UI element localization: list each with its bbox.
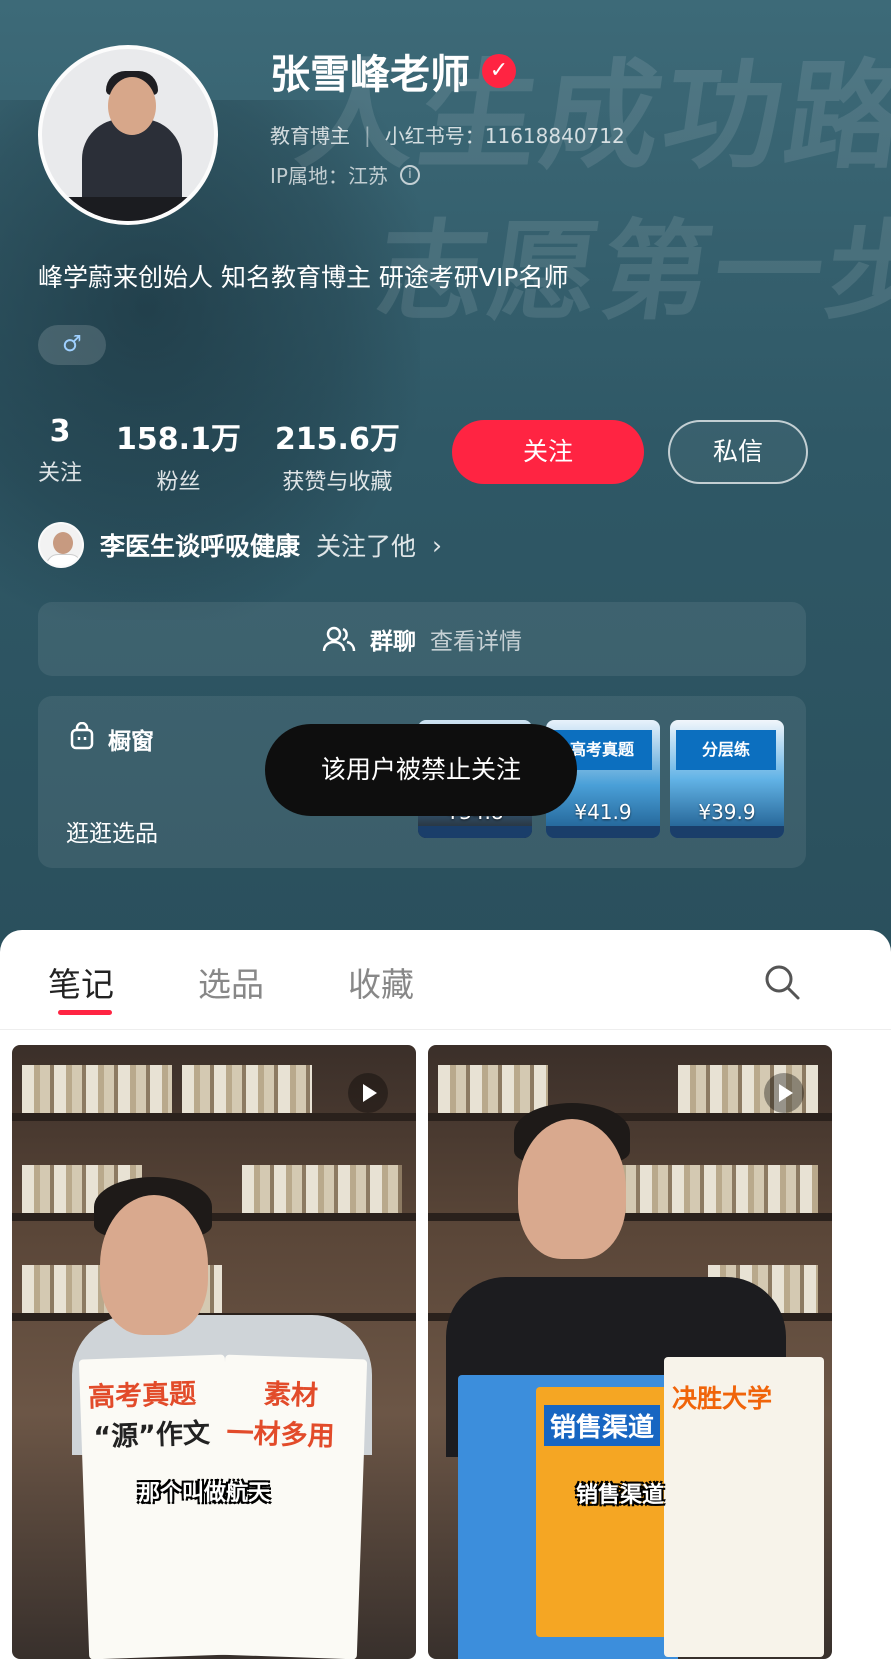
profile-header: 人生成功路 志愿第一步 张雪峰老师 ✓ 教育博主 | 小红书号：11618840… xyxy=(0,0,891,985)
message-button[interactable]: 私信 xyxy=(668,420,808,484)
stat-value: 3 xyxy=(49,414,71,449)
video-caption: 那个叫做航天 xyxy=(138,1481,271,1506)
stat-likes-collects[interactable]: 215.6万 获赞与收藏 xyxy=(275,414,400,496)
book-cover: 决胜大学 xyxy=(664,1357,824,1657)
stat-label: 获赞与收藏 xyxy=(282,470,393,495)
product-price: ¥39.9 xyxy=(698,800,756,824)
ip-location: IP属地：江苏 xyxy=(270,164,388,188)
person-face xyxy=(100,1195,208,1335)
recommend-action: 关注了他 xyxy=(316,532,417,561)
verified-check-icon: ✓ xyxy=(482,54,516,88)
video-play-icon xyxy=(348,1073,388,1113)
shop-title-row: 橱窗 xyxy=(70,721,154,756)
bookshelf-books xyxy=(182,1065,312,1113)
stat-followers[interactable]: 158.1万 粉丝 xyxy=(116,414,241,496)
person-face xyxy=(518,1119,626,1259)
ip-location-row: IP属地：江苏 i xyxy=(270,160,420,189)
tab-collections[interactable]: 收藏 xyxy=(348,958,414,1006)
note-card[interactable]: 高考真题 “源”作文 素材 一材多用 那个叫做航天 xyxy=(12,1045,416,1659)
product-tag: 分层练 xyxy=(676,730,776,770)
video-caption: 销售渠道 xyxy=(576,1483,665,1508)
bookshelf-books xyxy=(608,1165,818,1213)
bookshelf xyxy=(12,1213,416,1221)
avatar[interactable] xyxy=(38,45,218,225)
profile-bio: 峰学蔚来创始人 知名教育博主 研途考研VIP名师 xyxy=(38,263,569,292)
profile-category: 教育博主 xyxy=(270,124,350,148)
bookshelf-books xyxy=(242,1165,402,1213)
stat-label: 关注 xyxy=(38,461,83,486)
bookshelf xyxy=(12,1113,416,1121)
recommend-follow-row[interactable]: 李医生谈呼吸健康 关注了他 › xyxy=(38,522,442,568)
bookshelf xyxy=(428,1213,832,1221)
bookshelf-books xyxy=(438,1065,548,1113)
active-tab-indicator xyxy=(58,1010,112,1015)
group-chat-title: 群聊 xyxy=(370,629,416,655)
search-icon[interactable] xyxy=(762,962,802,1002)
tab-notes[interactable]: 笔记 xyxy=(48,958,114,1006)
info-icon[interactable]: i xyxy=(399,164,420,185)
toast-message: 该用户被禁止关注 xyxy=(265,724,577,816)
product-footer xyxy=(418,826,532,838)
bookshelf-books xyxy=(22,1065,172,1113)
group-chat-more[interactable]: 查看详情 xyxy=(430,622,522,656)
content-section: 笔记 选品 收藏 高考真题 “源”作文 素材 一材多用 那个叫做航天 销售渠道 … xyxy=(0,930,891,1659)
video-play-icon xyxy=(764,1073,804,1113)
tab-bar: 笔记 选品 收藏 xyxy=(0,930,891,1030)
redbook-id[interactable]: 小红书号：11618840712 xyxy=(385,120,625,149)
follow-button[interactable]: 关注 xyxy=(452,420,644,484)
note-card[interactable]: 销售渠道 决胜大学 销售渠道 xyxy=(428,1045,832,1659)
chevron-right-icon[interactable]: › xyxy=(432,531,442,560)
book-title: 决胜大学 xyxy=(672,1384,773,1413)
gender-male-icon: ♂ xyxy=(38,325,106,365)
book-title: 销售渠道 xyxy=(544,1405,661,1446)
bookshelf xyxy=(428,1113,832,1121)
people-icon xyxy=(322,625,356,653)
profile-stats: 3 关注 158.1万 粉丝 215.6万 获赞与收藏 xyxy=(38,414,400,496)
divider: | xyxy=(364,122,371,147)
tab-selections[interactable]: 选品 xyxy=(198,958,264,1006)
shopping-bag-icon xyxy=(70,721,94,756)
stat-value: 215.6万 xyxy=(274,422,400,457)
product-footer xyxy=(670,826,784,838)
stat-following[interactable]: 3 关注 xyxy=(38,414,82,496)
stat-label: 粉丝 xyxy=(156,470,201,495)
recommend-name[interactable]: 李医生谈呼吸健康 xyxy=(100,527,300,563)
stat-value: 158.1万 xyxy=(116,422,241,457)
profile-meta: 教育博主 | 小红书号：11618840712 xyxy=(270,120,625,149)
shop-title: 橱窗 xyxy=(108,729,154,755)
profile-name: 张雪峰老师 xyxy=(270,52,470,98)
product-footer xyxy=(546,826,660,838)
book-title: 高考真题 xyxy=(87,1378,197,1414)
product-price: ¥41.9 xyxy=(574,800,632,824)
book-title: 一材多用 xyxy=(225,1417,336,1453)
recommend-avatar[interactable] xyxy=(38,522,84,568)
profile-name-row: 张雪峰老师 ✓ xyxy=(270,42,516,100)
product-card[interactable]: 分层练 ¥39.9 xyxy=(670,720,784,838)
book-title: 素材 xyxy=(263,1378,319,1412)
book-title: “源”作文 xyxy=(93,1418,211,1454)
shop-subtitle[interactable]: 逛逛选品 xyxy=(66,814,158,848)
group-chat-card[interactable]: 群聊 查看详情 xyxy=(38,602,806,676)
